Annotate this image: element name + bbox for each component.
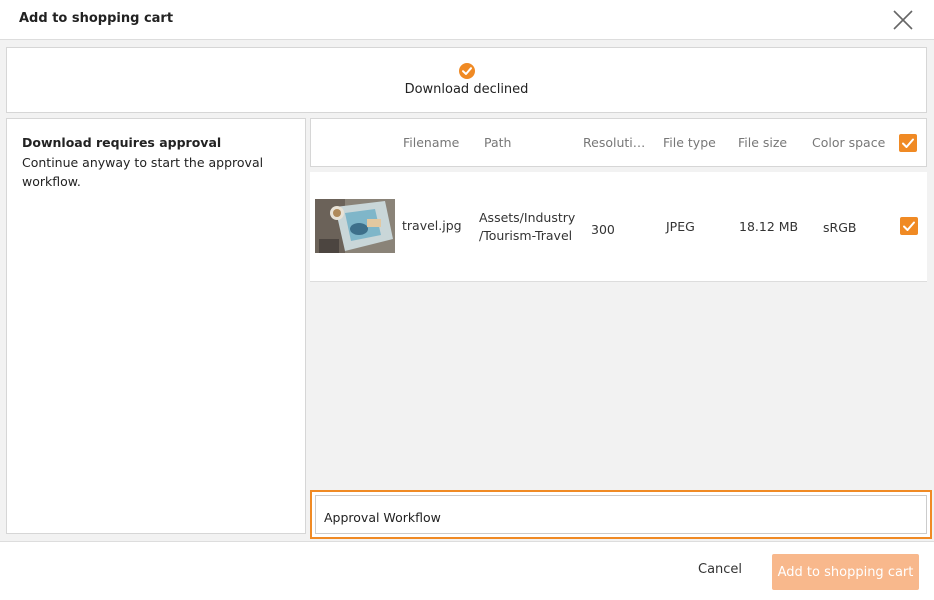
column-header-path[interactable]: Path: [484, 135, 511, 150]
column-header-resolution[interactable]: Resoluti…: [583, 135, 645, 150]
approval-heading: Download requires approval: [22, 135, 222, 150]
close-icon: [893, 10, 913, 30]
cell-resolution: 300: [591, 222, 615, 237]
cell-path-line1: Assets/Industry: [479, 210, 576, 225]
column-header-filename[interactable]: Filename: [403, 135, 459, 150]
approval-workflow-field[interactable]: Approval Workflow: [310, 490, 932, 539]
column-header-color-space[interactable]: Color space: [812, 135, 885, 150]
dialog-footer: Cancel Add to shopping cart: [0, 541, 934, 600]
row-select-checkbox[interactable]: [900, 217, 918, 235]
cancel-button[interactable]: Cancel: [698, 562, 742, 577]
travel-thumbnail-image: [315, 199, 395, 253]
approval-description: Continue anyway to start the approval wo…: [22, 155, 264, 189]
dialog-header: Add to shopping cart: [0, 0, 934, 40]
cell-filename: travel.jpg: [402, 218, 462, 233]
select-all-checkbox[interactable]: [899, 134, 917, 152]
file-table: Filename Path Resoluti… File type File s…: [310, 118, 927, 534]
cell-path-line2: /Tourism-Travel: [479, 228, 573, 243]
table-header: Filename Path Resoluti… File type File s…: [310, 118, 927, 167]
close-button[interactable]: [890, 7, 916, 33]
dialog-title: Add to shopping cart: [19, 11, 174, 26]
checkmark-icon: [902, 138, 914, 148]
approval-workflow-value[interactable]: Approval Workflow: [315, 495, 927, 534]
status-text: Download declined: [404, 82, 529, 97]
checkmark-icon: [903, 221, 915, 231]
column-header-file-size[interactable]: File size: [738, 135, 787, 150]
cell-file-size: 18.12 MB: [739, 219, 799, 234]
approval-info-panel: Download requires approval Continue anyw…: [6, 118, 306, 534]
table-row[interactable]: travel.jpg Assets/Industry /Tourism-Trav…: [310, 172, 927, 282]
cell-file-type: JPEG: [666, 219, 695, 234]
status-panel: Download declined: [6, 47, 927, 113]
file-thumbnail: [315, 199, 395, 253]
cell-color-space: sRGB: [823, 220, 857, 235]
check-circle-icon: [459, 63, 475, 79]
column-header-file-type[interactable]: File type: [663, 135, 716, 150]
add-to-cart-button[interactable]: Add to shopping cart: [772, 554, 919, 590]
